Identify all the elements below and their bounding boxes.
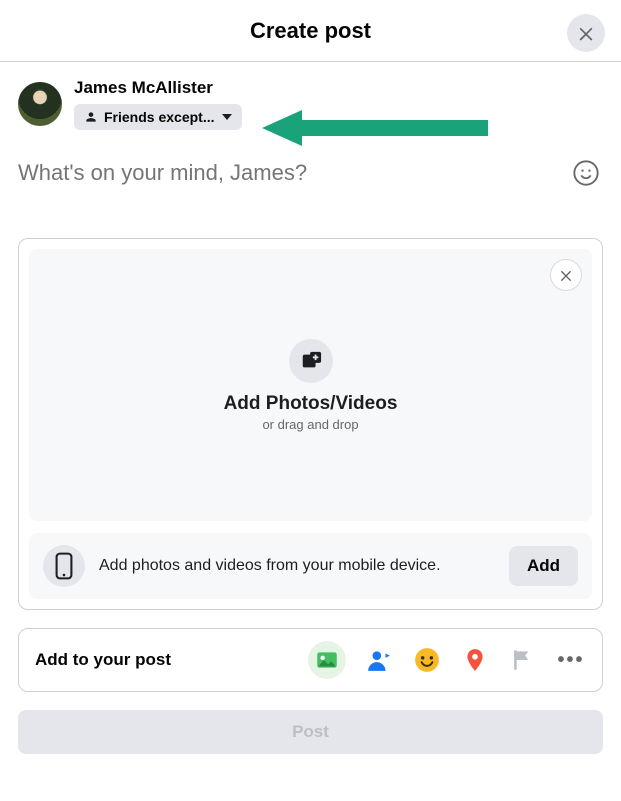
audience-label: Friends except... xyxy=(104,109,214,125)
dropzone-subtitle: or drag and drop xyxy=(262,417,358,432)
composer-input[interactable] xyxy=(18,160,569,186)
tag-people-button[interactable] xyxy=(364,645,394,675)
media-card: Add Photos/Videos or drag and drop Add p… xyxy=(18,238,603,610)
more-options-button[interactable]: ••• xyxy=(556,645,586,675)
attach-icons: ••• xyxy=(308,641,586,679)
location-pin-icon xyxy=(462,647,488,673)
mobile-upload-row: Add photos and videos from your mobile d… xyxy=(29,533,592,599)
post-button[interactable]: Post xyxy=(18,710,603,754)
dropzone-close-button[interactable] xyxy=(550,259,582,291)
dialog-title: Create post xyxy=(250,18,371,44)
avatar[interactable] xyxy=(18,82,62,126)
photo-icon xyxy=(314,647,340,673)
add-to-post-row: Add to your post ••• xyxy=(18,628,603,692)
close-button[interactable] xyxy=(567,14,605,52)
composer-body: James McAllister Friends except... xyxy=(0,62,621,610)
smile-icon xyxy=(572,159,600,187)
people-silhouette-icon xyxy=(84,110,98,124)
audience-selector[interactable]: Friends except... xyxy=(74,104,242,130)
emoji-picker-button[interactable] xyxy=(569,156,603,190)
chevron-down-icon xyxy=(222,114,232,120)
phone-icon xyxy=(43,545,85,587)
mobile-upload-text: Add photos and videos from your mobile d… xyxy=(99,557,495,575)
dialog-header: Create post xyxy=(0,0,621,62)
feeling-activity-button[interactable] xyxy=(412,645,442,675)
flag-icon xyxy=(510,647,536,673)
add-to-post-label: Add to your post xyxy=(35,650,171,670)
life-event-button[interactable] xyxy=(508,645,538,675)
mobile-add-button[interactable]: Add xyxy=(509,546,578,586)
user-row: James McAllister Friends except... xyxy=(18,78,603,130)
dropzone-title: Add Photos/Videos xyxy=(224,393,398,415)
photo-plus-icon xyxy=(289,339,333,383)
check-in-button[interactable] xyxy=(460,645,490,675)
user-column: James McAllister Friends except... xyxy=(74,78,242,130)
photo-video-button[interactable] xyxy=(308,641,346,679)
close-icon xyxy=(576,23,596,43)
composer-input-row xyxy=(18,156,603,190)
close-icon xyxy=(558,267,574,283)
user-name: James McAllister xyxy=(74,78,242,98)
feeling-emoji-icon xyxy=(414,647,440,673)
more-dots-icon: ••• xyxy=(557,649,584,672)
media-dropzone[interactable]: Add Photos/Videos or drag and drop xyxy=(29,249,592,521)
tag-person-icon xyxy=(366,647,392,673)
